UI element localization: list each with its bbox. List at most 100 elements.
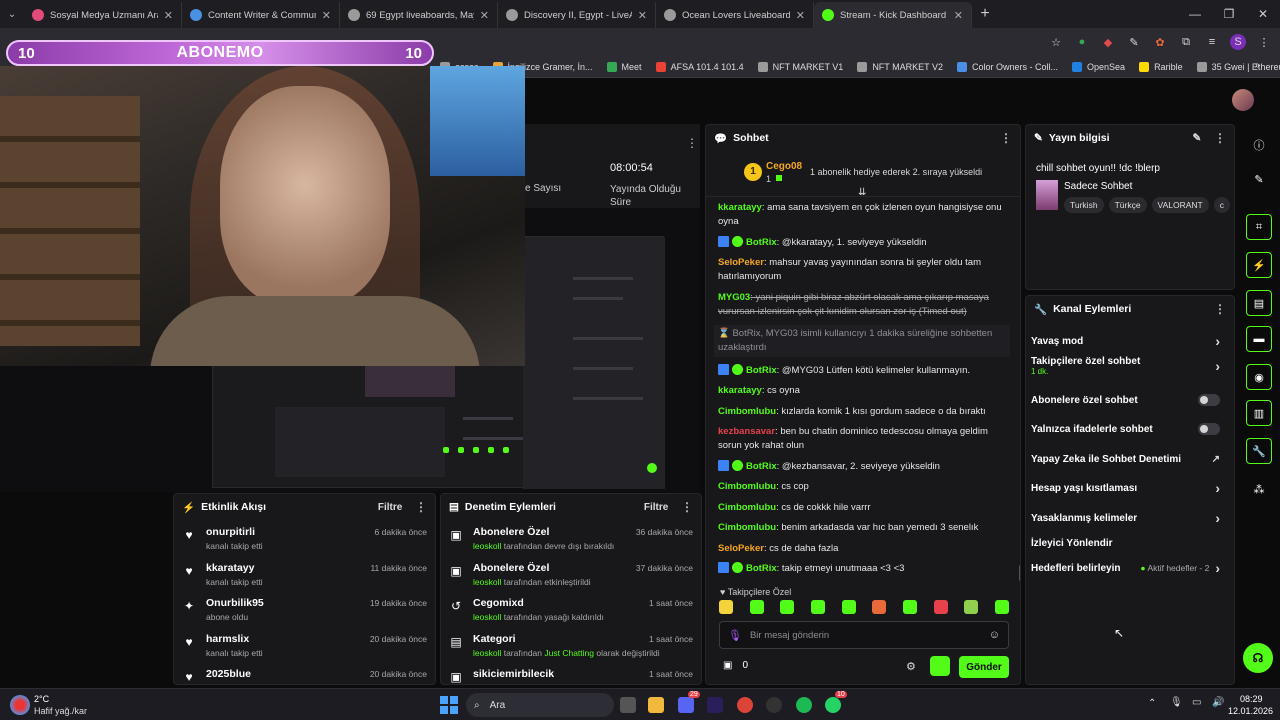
- chat-username[interactable]: SeloPeker: [718, 257, 764, 268]
- pinned-user[interactable]: Cego08: [766, 161, 802, 172]
- wrench-icon[interactable]: 🔧: [1246, 438, 1272, 464]
- channel-action[interactable]: Yalnızca ifadelerle sohbet: [1031, 421, 1220, 437]
- stats-menu-icon[interactable]: ⋮: [686, 136, 698, 150]
- moderation-item[interactable]: ▤ Kategori leoskoll tarafından Just Chatti…: [441, 627, 701, 663]
- restore-icon[interactable]: ❐: [1212, 0, 1246, 28]
- chat-settings-icon[interactable]: ⚙: [906, 660, 916, 673]
- moderator-name[interactable]: leoskoll: [473, 612, 501, 622]
- chevron-right-icon[interactable]: ›: [1215, 560, 1220, 576]
- tab-close-icon[interactable]: ✕: [480, 9, 489, 22]
- emote-icon[interactable]: [872, 600, 887, 614]
- edit-icon[interactable]: ✎: [1246, 166, 1272, 192]
- obs-icon[interactable]: [766, 697, 782, 713]
- emote-icon[interactable]: [841, 600, 856, 614]
- volume-icon[interactable]: 🔊: [1212, 697, 1224, 708]
- external-link-icon[interactable]: ↗: [1212, 454, 1220, 465]
- moderator-name[interactable]: leoskoll: [473, 577, 501, 587]
- chevron-right-icon[interactable]: ›: [1215, 358, 1220, 374]
- close-window-icon[interactable]: ✕: [1246, 0, 1280, 28]
- kebab-menu-icon[interactable]: ⋮: [1256, 34, 1272, 50]
- chat-username[interactable]: SeloPeker: [718, 543, 764, 554]
- chevron-right-icon[interactable]: ›: [1215, 510, 1220, 526]
- channel-action[interactable]: Hedefleri belirleyin ● Aktif hedefler - 2…: [1031, 560, 1220, 576]
- document-icon[interactable]: ▤: [1246, 290, 1272, 316]
- bookmark-item[interactable]: NFT MARKET V2: [857, 61, 943, 72]
- network-icon[interactable]: ▭: [1192, 697, 1201, 708]
- expand-chevron-icon[interactable]: ⇊: [858, 187, 866, 198]
- chat-username[interactable]: BotRix: [746, 365, 777, 376]
- chat-username[interactable]: Cimbomlubu: [718, 481, 776, 492]
- bookmark-item[interactable]: Color Owners - Coll...: [957, 61, 1058, 72]
- moderation-item[interactable]: ▣ Abonelere Özel leoskoll tarafından devre…: [441, 520, 701, 556]
- browser-tab[interactable]: Stream - Kick Dashboard ✕: [814, 2, 972, 28]
- minimize-icon[interactable]: —: [1178, 0, 1212, 28]
- chat-username[interactable]: BotRix: [746, 461, 777, 472]
- weather-temp[interactable]: 2°C: [34, 694, 49, 704]
- task-view-icon[interactable]: [620, 697, 636, 713]
- microphone-icon[interactable]: 🎙: [1170, 697, 1183, 708]
- bookmark-item[interactable]: OpenSea: [1072, 61, 1125, 72]
- emote-icon[interactable]: [902, 600, 917, 614]
- chat-scrollbar[interactable]: [1019, 565, 1020, 581]
- weather-desc[interactable]: Hafif yağ./kar: [34, 706, 87, 716]
- pen-icon[interactable]: ✎: [1126, 34, 1142, 50]
- tab-close-icon[interactable]: ✕: [164, 9, 173, 22]
- chat-username[interactable]: kkaratayy: [718, 202, 762, 213]
- emote-icon[interactable]: [810, 600, 825, 614]
- layout-icon[interactable]: ▥: [1246, 400, 1272, 426]
- channel-action[interactable]: Abonelere özel sohbet: [1031, 392, 1220, 408]
- browser-tab[interactable]: Content Writer & Community M ✕: [182, 2, 340, 28]
- tab-close-icon[interactable]: ✕: [796, 9, 805, 22]
- activity-item[interactable]: ♥ 2025blue 20 dakika önce: [174, 662, 435, 684]
- user-avatar[interactable]: [1232, 89, 1254, 111]
- spotify-icon[interactable]: [796, 697, 812, 713]
- bookmark-item[interactable]: Rarible: [1139, 61, 1183, 72]
- category-name[interactable]: Sadece Sohbet: [1064, 181, 1132, 192]
- moderation-filter-button[interactable]: Filtre: [644, 502, 668, 513]
- tab-close-icon[interactable]: ✕: [638, 9, 647, 22]
- moderation-item[interactable]: ▣ sikiciemirbilecik 1 saat önce: [441, 662, 701, 684]
- whatsapp-icon[interactable]: [825, 697, 841, 713]
- tab-close-icon[interactable]: ✕: [322, 9, 331, 22]
- bookmark-star-icon[interactable]: ☆: [1048, 34, 1064, 50]
- start-icon[interactable]: [440, 696, 458, 714]
- stream-tag[interactable]: VALORANT: [1151, 197, 1209, 213]
- stream-tag[interactable]: Turkish: [1064, 197, 1104, 213]
- stream-tag[interactable]: c: [1213, 197, 1230, 213]
- toggle-switch[interactable]: [1198, 394, 1220, 406]
- chat-username[interactable]: MYG03: [718, 292, 750, 303]
- microphone-icon[interactable]: 🎙: [728, 629, 742, 642]
- emote-icon[interactable]: [933, 600, 948, 614]
- bookmarks-more-icon[interactable]: »: [1254, 60, 1260, 71]
- extension-icon[interactable]: ✿: [1152, 34, 1168, 50]
- clock-time[interactable]: 08:29: [1240, 694, 1263, 704]
- chat-username[interactable]: kezbansavar: [718, 426, 775, 437]
- bookmark-item[interactable]: Meet: [606, 61, 642, 72]
- moderator-name[interactable]: leoskoll: [473, 648, 501, 658]
- chrome-icon[interactable]: [737, 697, 753, 713]
- emote-icon[interactable]: [780, 600, 795, 614]
- extension-icon[interactable]: ◆: [1100, 34, 1116, 50]
- taskbar-search[interactable]: ⌕ Ara: [466, 693, 614, 717]
- channel-action[interactable]: İzleyici Yönlendir: [1031, 535, 1220, 551]
- channel-action[interactable]: Yapay Zeka ile Sohbet Denetimi ↗: [1031, 451, 1220, 467]
- emote-icon[interactable]: [719, 600, 733, 614]
- extension-icon[interactable]: ●: [1074, 34, 1090, 50]
- chat-menu-icon[interactable]: ⋮: [1000, 131, 1012, 145]
- bookmark-item[interactable]: NFT MARKET V1: [757, 61, 843, 72]
- file-explorer-icon[interactable]: [648, 697, 664, 713]
- discord-icon[interactable]: [678, 697, 694, 713]
- chat-username[interactable]: kkaratayy: [718, 385, 762, 396]
- browser-tab[interactable]: Sosyal Medya Uzmanı Aranıyor ✕: [24, 2, 182, 28]
- lightning-icon[interactable]: ⚡: [1246, 252, 1272, 278]
- send-button[interactable]: Gönder: [959, 656, 1009, 678]
- new-tab-button[interactable]: +: [972, 5, 998, 23]
- info-icon[interactable]: ⓘ: [1246, 132, 1272, 158]
- chat-username[interactable]: Cimbomlubu: [718, 522, 776, 533]
- activity-menu-icon[interactable]: ⋮: [408, 500, 427, 514]
- kick-emote-icon[interactable]: [930, 656, 950, 676]
- channel-actions-menu-icon[interactable]: ⋮: [1214, 302, 1226, 316]
- support-icon[interactable]: ☊: [1243, 643, 1273, 673]
- activity-item[interactable]: ♥ onurpitirli kanalı takip etti 6 dakika ön…: [174, 520, 435, 556]
- chat-username[interactable]: Cimbomlubu: [718, 406, 776, 417]
